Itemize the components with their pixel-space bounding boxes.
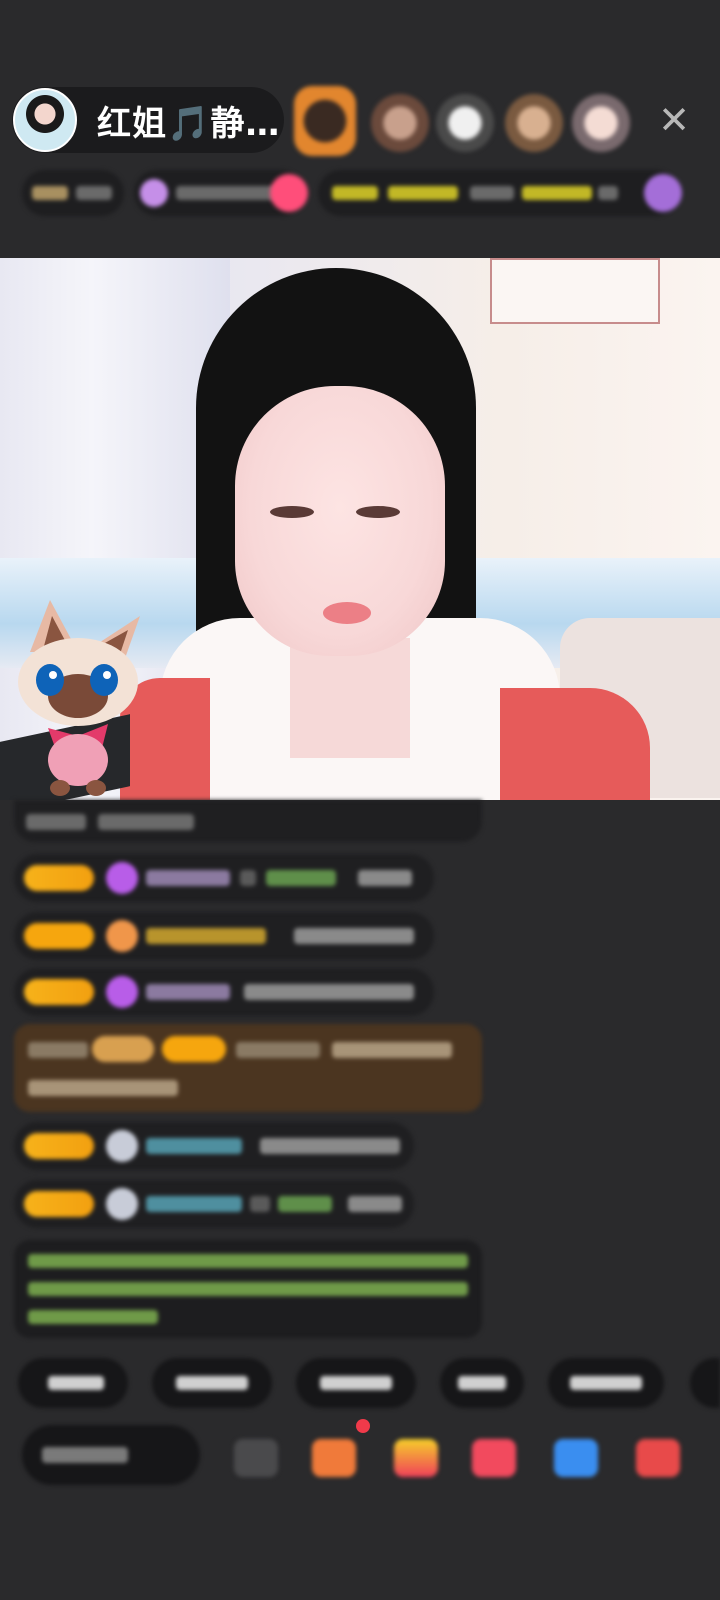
fan-badge-icon (106, 920, 138, 952)
fan-club-icon[interactable] (472, 1439, 516, 1477)
chat-message (14, 854, 434, 902)
activity-icon[interactable] (644, 174, 682, 212)
host-avatar[interactable] (13, 88, 77, 152)
quick-reply-button[interactable] (18, 1358, 128, 1408)
quick-reply-button[interactable] (548, 1358, 664, 1408)
bottom-toolbar (0, 1419, 720, 1485)
level-badge (24, 1191, 94, 1217)
fan-badge-icon (106, 1188, 138, 1220)
quick-reply-row (0, 1358, 720, 1408)
emoji-icon[interactable] (234, 1439, 278, 1477)
host-info-pill[interactable]: 红姐🎵静… (12, 87, 284, 153)
top-viewer-avatar[interactable] (505, 94, 563, 152)
live-video[interactable] (0, 258, 720, 800)
gift-box-icon[interactable] (312, 1439, 356, 1477)
top-viewer-avatar[interactable] (371, 94, 429, 152)
game-icon[interactable] (554, 1439, 598, 1477)
cat-sticker (18, 600, 140, 796)
top-viewer-avatar[interactable] (294, 86, 356, 156)
system-notice (14, 1240, 482, 1338)
level-badge (24, 923, 94, 949)
chat-input[interactable] (22, 1425, 200, 1485)
chat-message (14, 1122, 414, 1170)
chat-message (14, 800, 482, 842)
wall-painting (490, 258, 660, 324)
fan-badge-icon (106, 976, 138, 1008)
chat-message (14, 912, 434, 960)
host-name[interactable]: 红姐🎵静… (97, 96, 280, 145)
quick-reply-button[interactable] (440, 1358, 524, 1408)
notification-dot (356, 1419, 370, 1433)
gift-icon[interactable] (394, 1439, 438, 1477)
level-badge (24, 979, 94, 1005)
activity-banner[interactable] (318, 170, 678, 216)
host-badges-row (22, 170, 702, 216)
follow-icon[interactable] (270, 174, 308, 212)
close-button[interactable]: ✕ (654, 100, 694, 140)
close-icon: ✕ (658, 98, 690, 142)
level-badge (24, 865, 94, 891)
level-badge (24, 1133, 94, 1159)
chat-message (14, 968, 434, 1016)
top-viewer-avatar[interactable] (436, 94, 494, 152)
chat-message (14, 1180, 414, 1228)
top-viewer-avatar[interactable] (572, 94, 630, 152)
gift-message (14, 1024, 482, 1112)
quick-reply-button[interactable] (690, 1358, 720, 1408)
rank-badge[interactable] (22, 170, 124, 216)
quick-reply-button[interactable] (152, 1358, 272, 1408)
fan-badge-icon (106, 862, 138, 894)
fan-badge-icon (106, 1130, 138, 1162)
quick-reply-button[interactable] (296, 1358, 416, 1408)
more-icon[interactable] (636, 1439, 680, 1477)
chat-panel[interactable] (0, 800, 720, 1360)
